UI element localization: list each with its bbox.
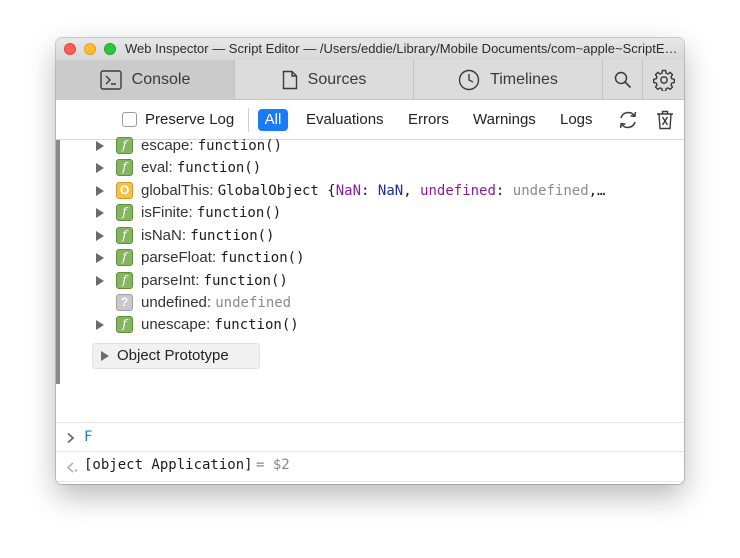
function-badge-icon: f [116, 272, 133, 289]
property-name: globalThis [141, 182, 210, 199]
object-prototype-row[interactable]: Object Prototype [92, 343, 260, 369]
filter-all[interactable]: All [258, 109, 288, 131]
disclosure-triangle-icon[interactable] [96, 276, 104, 286]
property-value: function() [214, 317, 299, 333]
property-value: function() [220, 250, 305, 266]
filter-separator [248, 108, 249, 132]
document-icon [282, 70, 297, 90]
filter-bar: Preserve Log All Evaluations Errors Warn… [56, 100, 684, 140]
tab-bar: Console Sources Timelines [56, 60, 684, 100]
input-chevron-icon [67, 432, 75, 444]
result-arrow-icon [66, 462, 78, 473]
disclosure-triangle-icon[interactable] [96, 163, 104, 173]
property-value: function() [176, 160, 262, 176]
property-value: function() [196, 205, 282, 221]
trash-icon [657, 110, 673, 130]
property-name: undefined [141, 294, 207, 311]
console-icon [99, 70, 122, 90]
function-badge-icon: f [116, 204, 133, 221]
disclosure-triangle-icon[interactable] [96, 208, 104, 218]
disclosure-triangle-icon[interactable] [96, 186, 104, 196]
function-badge-icon: f [116, 249, 133, 266]
filter-logs[interactable]: Logs [560, 109, 593, 131]
tab-timelines-label: Timelines [490, 71, 558, 88]
value-separator: : [361, 183, 378, 199]
minimize-window-button[interactable] [84, 43, 96, 55]
property-value: function() [197, 138, 283, 154]
reload-icon [619, 111, 637, 129]
console-result-entry: [object Application] = $2 [56, 451, 684, 481]
property-name: eval [141, 159, 169, 176]
filter-evaluations[interactable]: Evaluations [306, 109, 384, 131]
disclosure-triangle-icon[interactable] [96, 320, 104, 330]
disclosure-triangle-icon[interactable] [96, 253, 104, 263]
filter-warnings[interactable]: Warnings [473, 109, 536, 131]
message-indicator-bar [56, 140, 60, 384]
property-name: escape [141, 137, 190, 154]
clock-icon [458, 69, 480, 91]
reload-button[interactable] [614, 100, 642, 140]
property-name: isNaN [141, 227, 182, 244]
disclosure-triangle-icon[interactable] [96, 141, 104, 151]
value-separator: , [403, 183, 421, 199]
object-prototype-label: Object Prototype [117, 347, 229, 364]
console-input-entry: F [56, 422, 684, 452]
property-key: NaN [335, 183, 362, 199]
value-separator: : [495, 183, 513, 199]
zoom-window-button[interactable] [104, 43, 116, 55]
filter-errors[interactable]: Errors [408, 109, 449, 131]
property-value-type: GlobalObject { [217, 183, 336, 199]
property-name: parseFloat [141, 249, 212, 266]
function-badge-icon: f [116, 159, 133, 176]
console-output: f escape: function() f eval: function() … [56, 137, 684, 484]
function-badge-icon: f [116, 316, 133, 333]
clear-log-button[interactable] [652, 100, 678, 140]
result-variable: = $2 [256, 457, 290, 473]
tab-timelines[interactable]: Timelines [414, 60, 603, 100]
tab-sources-label: Sources [307, 71, 367, 88]
search-icon [614, 71, 631, 89]
property-number: NaN [377, 183, 404, 199]
gear-icon [652, 69, 675, 91]
close-window-button[interactable] [64, 43, 76, 55]
entered-command: F [84, 429, 93, 445]
property-name: parseInt [141, 272, 196, 289]
property-name: unescape [141, 316, 207, 333]
window-title: Web Inspector — Script Editor — /Users/e… [125, 41, 681, 56]
property-key: undefined [420, 183, 496, 199]
tab-console[interactable]: Console [56, 60, 235, 100]
preserve-log-checkbox[interactable] [122, 112, 137, 127]
title-bar: Web Inspector — Script Editor — /Users/e… [56, 38, 684, 60]
function-badge-icon: f [116, 227, 133, 244]
disclosure-triangle-icon[interactable] [96, 231, 104, 241]
tab-console-label: Console [131, 71, 191, 88]
disclosure-triangle-icon[interactable] [101, 351, 109, 361]
preserve-log-label[interactable]: Preserve Log [145, 111, 234, 128]
property-value: undefined [215, 295, 292, 311]
result-value: [object Application] [84, 457, 253, 473]
settings-button[interactable] [643, 60, 684, 100]
web-inspector-window: Web Inspector — Script Editor — /Users/e… [56, 38, 684, 484]
object-badge-icon: O [116, 182, 133, 199]
property-value: function() [203, 273, 288, 289]
function-badge-icon: f [116, 137, 133, 154]
tab-sources[interactable]: Sources [235, 60, 414, 100]
search-button[interactable] [603, 60, 643, 100]
value-ellipsis: ,… [588, 183, 606, 199]
property-name: isFinite [141, 204, 189, 221]
unknown-badge-icon: ? [116, 294, 133, 311]
property-value: function() [190, 228, 275, 244]
property-undefined-value: undefined [512, 183, 589, 199]
console-prompt[interactable] [56, 481, 684, 484]
